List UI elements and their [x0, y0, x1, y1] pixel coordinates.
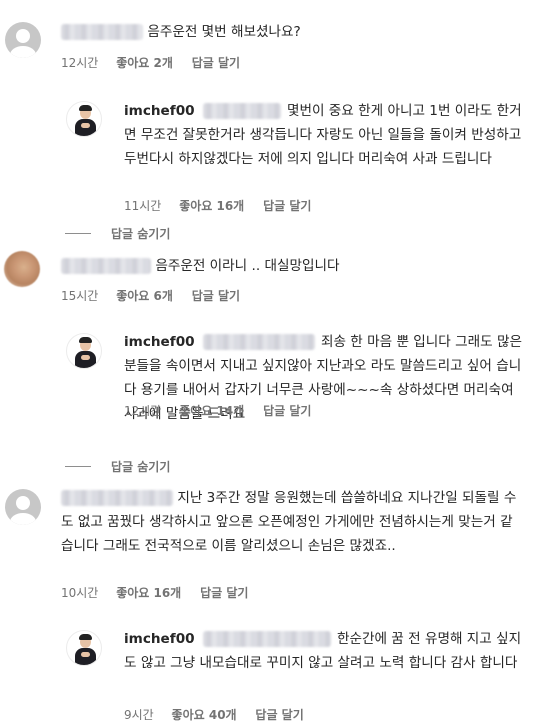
default-avatar-icon[interactable] — [5, 489, 41, 525]
comment-time: 12시간 — [61, 56, 99, 70]
hide-replies-button[interactable]: 답글 숨기기 — [65, 458, 170, 475]
hide-replies-button[interactable]: 답글 숨기기 — [65, 225, 170, 242]
chef-avatar-icon[interactable] — [66, 333, 102, 369]
likes-count[interactable]: 좋아요 16개 — [116, 584, 181, 601]
blurred-mention[interactable] — [202, 103, 281, 119]
blurred-username[interactable] — [61, 490, 173, 506]
likes-count[interactable]: 좋아요 40개 — [172, 706, 237, 723]
divider-line — [65, 233, 91, 234]
chef-avatar-icon[interactable] — [66, 630, 102, 666]
likes-count[interactable]: 좋아요 6개 — [116, 287, 173, 304]
reply-username[interactable]: imchef00 — [124, 334, 195, 350]
reply-time: 9시간 — [124, 708, 154, 722]
reply-meta: 12시간 좋아요 14개 답글 달기 — [124, 402, 311, 419]
reply-time: 12시간 — [124, 404, 162, 418]
comment-time: 10시간 — [61, 586, 99, 600]
likes-count[interactable]: 좋아요 2개 — [116, 54, 173, 71]
comment-text: 음주운전 이라니 .. 대실망입니다 — [155, 258, 340, 274]
reply-meta: 11시간 좋아요 16개 답글 달기 — [124, 197, 311, 214]
comment-text: 음주운전 몇번 해보셨나요? — [147, 24, 301, 40]
reply-button[interactable]: 답글 달기 — [200, 584, 248, 601]
default-avatar-icon[interactable] — [5, 22, 41, 58]
blurred-username[interactable] — [61, 24, 143, 40]
reply-button[interactable]: 답글 달기 — [192, 54, 240, 71]
blurred-mention[interactable] — [202, 334, 315, 350]
reply-button[interactable]: 답글 달기 — [192, 287, 240, 304]
divider-line — [65, 466, 91, 467]
comment-meta: 12시간 좋아요 2개 답글 달기 — [61, 54, 240, 71]
reply-button[interactable]: 답글 달기 — [263, 197, 311, 214]
chef-avatar-icon[interactable] — [66, 101, 102, 137]
comment-meta: 10시간 좋아요 16개 답글 달기 — [61, 584, 248, 601]
reply-button[interactable]: 답글 달기 — [255, 706, 303, 723]
blurred-mention[interactable] — [202, 631, 331, 647]
likes-count[interactable]: 좋아요 16개 — [179, 197, 244, 214]
blurred-avatar-icon[interactable] — [4, 251, 40, 287]
reply-button[interactable]: 답글 달기 — [263, 402, 311, 419]
reply-username[interactable]: imchef00 — [124, 103, 195, 119]
comment-time: 15시간 — [61, 289, 99, 303]
reply-time: 11시간 — [124, 199, 162, 213]
blurred-username[interactable] — [61, 258, 151, 274]
comment-meta: 15시간 좋아요 6개 답글 달기 — [61, 287, 240, 304]
reply-meta: 9시간 좋아요 40개 답글 달기 — [124, 706, 304, 723]
reply-username[interactable]: imchef00 — [124, 631, 195, 647]
likes-count[interactable]: 좋아요 14개 — [179, 402, 244, 419]
